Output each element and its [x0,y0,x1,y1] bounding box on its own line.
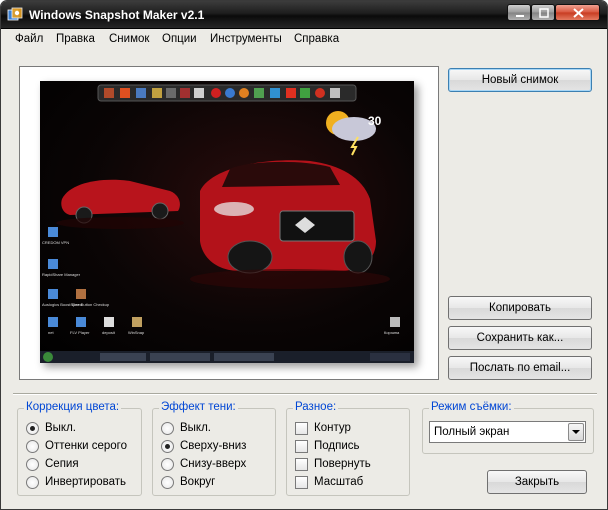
menu-tools[interactable]: Инструменты [210,33,282,45]
chevron-down-icon [572,430,580,434]
separator [13,393,597,395]
copy-button[interactable]: Копировать [448,296,592,320]
option-label: Инвертировать [45,476,126,488]
checkbox-indicator[interactable] [295,422,308,435]
option-label: Контур [314,422,351,434]
shadow-effect-group: Эффект тени: Выкл. Сверху-вниз Снизу-вве… [152,401,276,496]
menu-bar: Файл Правка Снимок Опции Инструменты Спр… [1,30,607,50]
radio-indicator[interactable] [26,422,39,435]
capture-mode-title: Режим съёмки: [429,401,514,413]
app-window: Windows Snapshot Maker v2.1 Файл Правка … [0,0,608,510]
option-label: Подпись [314,440,360,452]
option-label: Выкл. [45,422,77,434]
checkbox-indicator[interactable] [295,458,308,471]
radio-indicator[interactable] [26,476,39,489]
radio-indicator[interactable] [161,440,174,453]
preview-icon-label-4: net [48,330,54,335]
checkbox-indicator[interactable] [295,476,308,489]
snapshot-preview: 30 CREDOM VPN RapidShare Manager Auslogi… [19,66,439,380]
radio-indicator[interactable] [26,458,39,471]
maximize-icon [539,8,549,18]
radio-indicator[interactable] [161,422,174,435]
option-label: Повернуть [314,458,371,470]
menu-help[interactable]: Справка [294,33,339,45]
radio-indicator[interactable] [26,440,39,453]
misc-title: Разное: [293,401,339,413]
dropdown-button[interactable] [568,423,584,441]
desktop-screenshot-image: 30 CREDOM VPN RapidShare Manager Auslogi… [40,84,414,363]
menu-edit[interactable]: Правка [56,33,95,45]
save-as-button[interactable]: Сохранить как... [448,326,592,350]
option-label: Вокруг [180,476,216,488]
preview-icon-label-0: CREDOM VPN [42,240,69,245]
preview-icon-label-1: RapidShare Manager [42,272,81,277]
color-correction-group: Коррекция цвета: Выкл. Оттенки серого Се… [17,401,142,496]
preview-icon-label-7: WinSnap [128,330,145,335]
option-label: Сверху-вниз [180,440,247,452]
preview-image: 30 CREDOM VPN RapidShare Manager Auslogi… [40,81,414,363]
close-window-button[interactable] [555,4,600,21]
option-label: Сепия [45,458,79,470]
capture-mode-select[interactable]: Полный экран [429,421,586,443]
color-correction-title: Коррекция цвета: [24,401,122,413]
option-label: Выкл. [180,422,212,434]
window-title: Windows Snapshot Maker v2.1 [29,8,205,22]
preview-icon-label-3: One Button Checkup [72,302,110,307]
shadow-effect-title: Эффект тени: [159,401,238,413]
radio-indicator[interactable] [161,476,174,489]
preview-icon-label-6: deposit [102,330,116,335]
maximize-button[interactable] [531,4,555,21]
capture-mode-value: Полный экран [434,426,510,438]
menu-file[interactable]: Файл [15,33,43,45]
new-snapshot-button[interactable]: Новый снимок [448,68,592,92]
close-icon [573,8,584,18]
svg-text:30: 30 [368,114,382,128]
option-label: Оттенки серого [45,440,128,452]
misc-group: Разное: Контур Подпись Повернуть Масштаб [286,401,410,496]
minimize-icon [516,15,524,17]
checkbox-indicator[interactable] [295,440,308,453]
preview-icon-label-8: Корзина [384,330,400,335]
option-label: Масштаб [314,476,364,488]
preview-icon-label-5: FLV Player [70,330,90,335]
menu-snapshot[interactable]: Снимок [109,33,149,45]
minimize-button[interactable] [507,4,531,21]
send-email-button[interactable]: Послать по email... [448,356,592,380]
radio-indicator[interactable] [161,458,174,471]
option-label: Снизу-вверх [180,458,247,470]
title-bar[interactable]: Windows Snapshot Maker v2.1 [1,1,607,29]
menu-options[interactable]: Опции [162,33,197,45]
close-button[interactable]: Закрыть [487,470,587,494]
app-icon [7,7,23,21]
